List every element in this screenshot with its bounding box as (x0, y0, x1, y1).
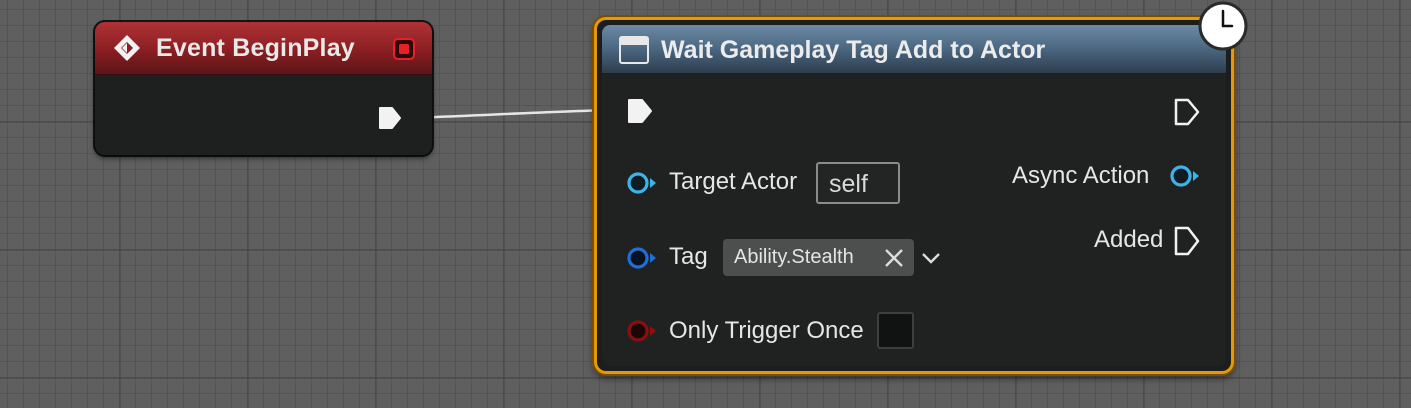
function-icon (619, 36, 649, 64)
exec-output-then-pin[interactable] (1173, 97, 1201, 127)
target-actor-value: self (829, 170, 868, 198)
target-actor-pin[interactable] (626, 170, 658, 196)
async-node-header[interactable]: Wait Gameplay Tag Add to Actor (602, 25, 1226, 74)
only-trigger-once-label: Only Trigger Once (669, 317, 864, 344)
target-actor-field[interactable]: self (816, 162, 900, 204)
delegate-output-pin[interactable] (393, 38, 415, 60)
target-actor-label: Target Actor (669, 168, 798, 195)
event-node-header[interactable]: Event BeginPlay (95, 22, 432, 75)
exec-wire[interactable] (408, 108, 611, 120)
exec-input-pin[interactable] (626, 97, 654, 125)
tag-label: Tag (669, 243, 708, 270)
exec-output-pin[interactable] (377, 105, 403, 131)
clock-icon (1198, 1, 1248, 51)
blueprint-graph-canvas[interactable]: Event BeginPlay Wait Gameplay Tag Add to… (0, 0, 1411, 408)
event-diamond-icon (114, 35, 140, 61)
added-exec-pin[interactable] (1173, 225, 1201, 257)
event-beginplay-node[interactable]: Event BeginPlay (95, 22, 432, 155)
only-trigger-once-pin[interactable] (626, 318, 658, 344)
added-label: Added (1094, 226, 1164, 253)
close-icon[interactable] (883, 247, 905, 269)
tag-pin[interactable] (626, 245, 658, 271)
chevron-down-icon[interactable] (920, 249, 942, 267)
async-action-label: Async Action (1012, 162, 1150, 189)
async-action-pin[interactable] (1167, 163, 1201, 189)
async-node-title: Wait Gameplay Tag Add to Actor (661, 36, 1046, 64)
event-node-title: Event BeginPlay (156, 34, 355, 62)
tag-chip[interactable]: Ability.Stealth (723, 239, 914, 276)
tag-value: Ability.Stealth (734, 246, 854, 268)
only-trigger-once-checkbox[interactable] (877, 312, 914, 349)
